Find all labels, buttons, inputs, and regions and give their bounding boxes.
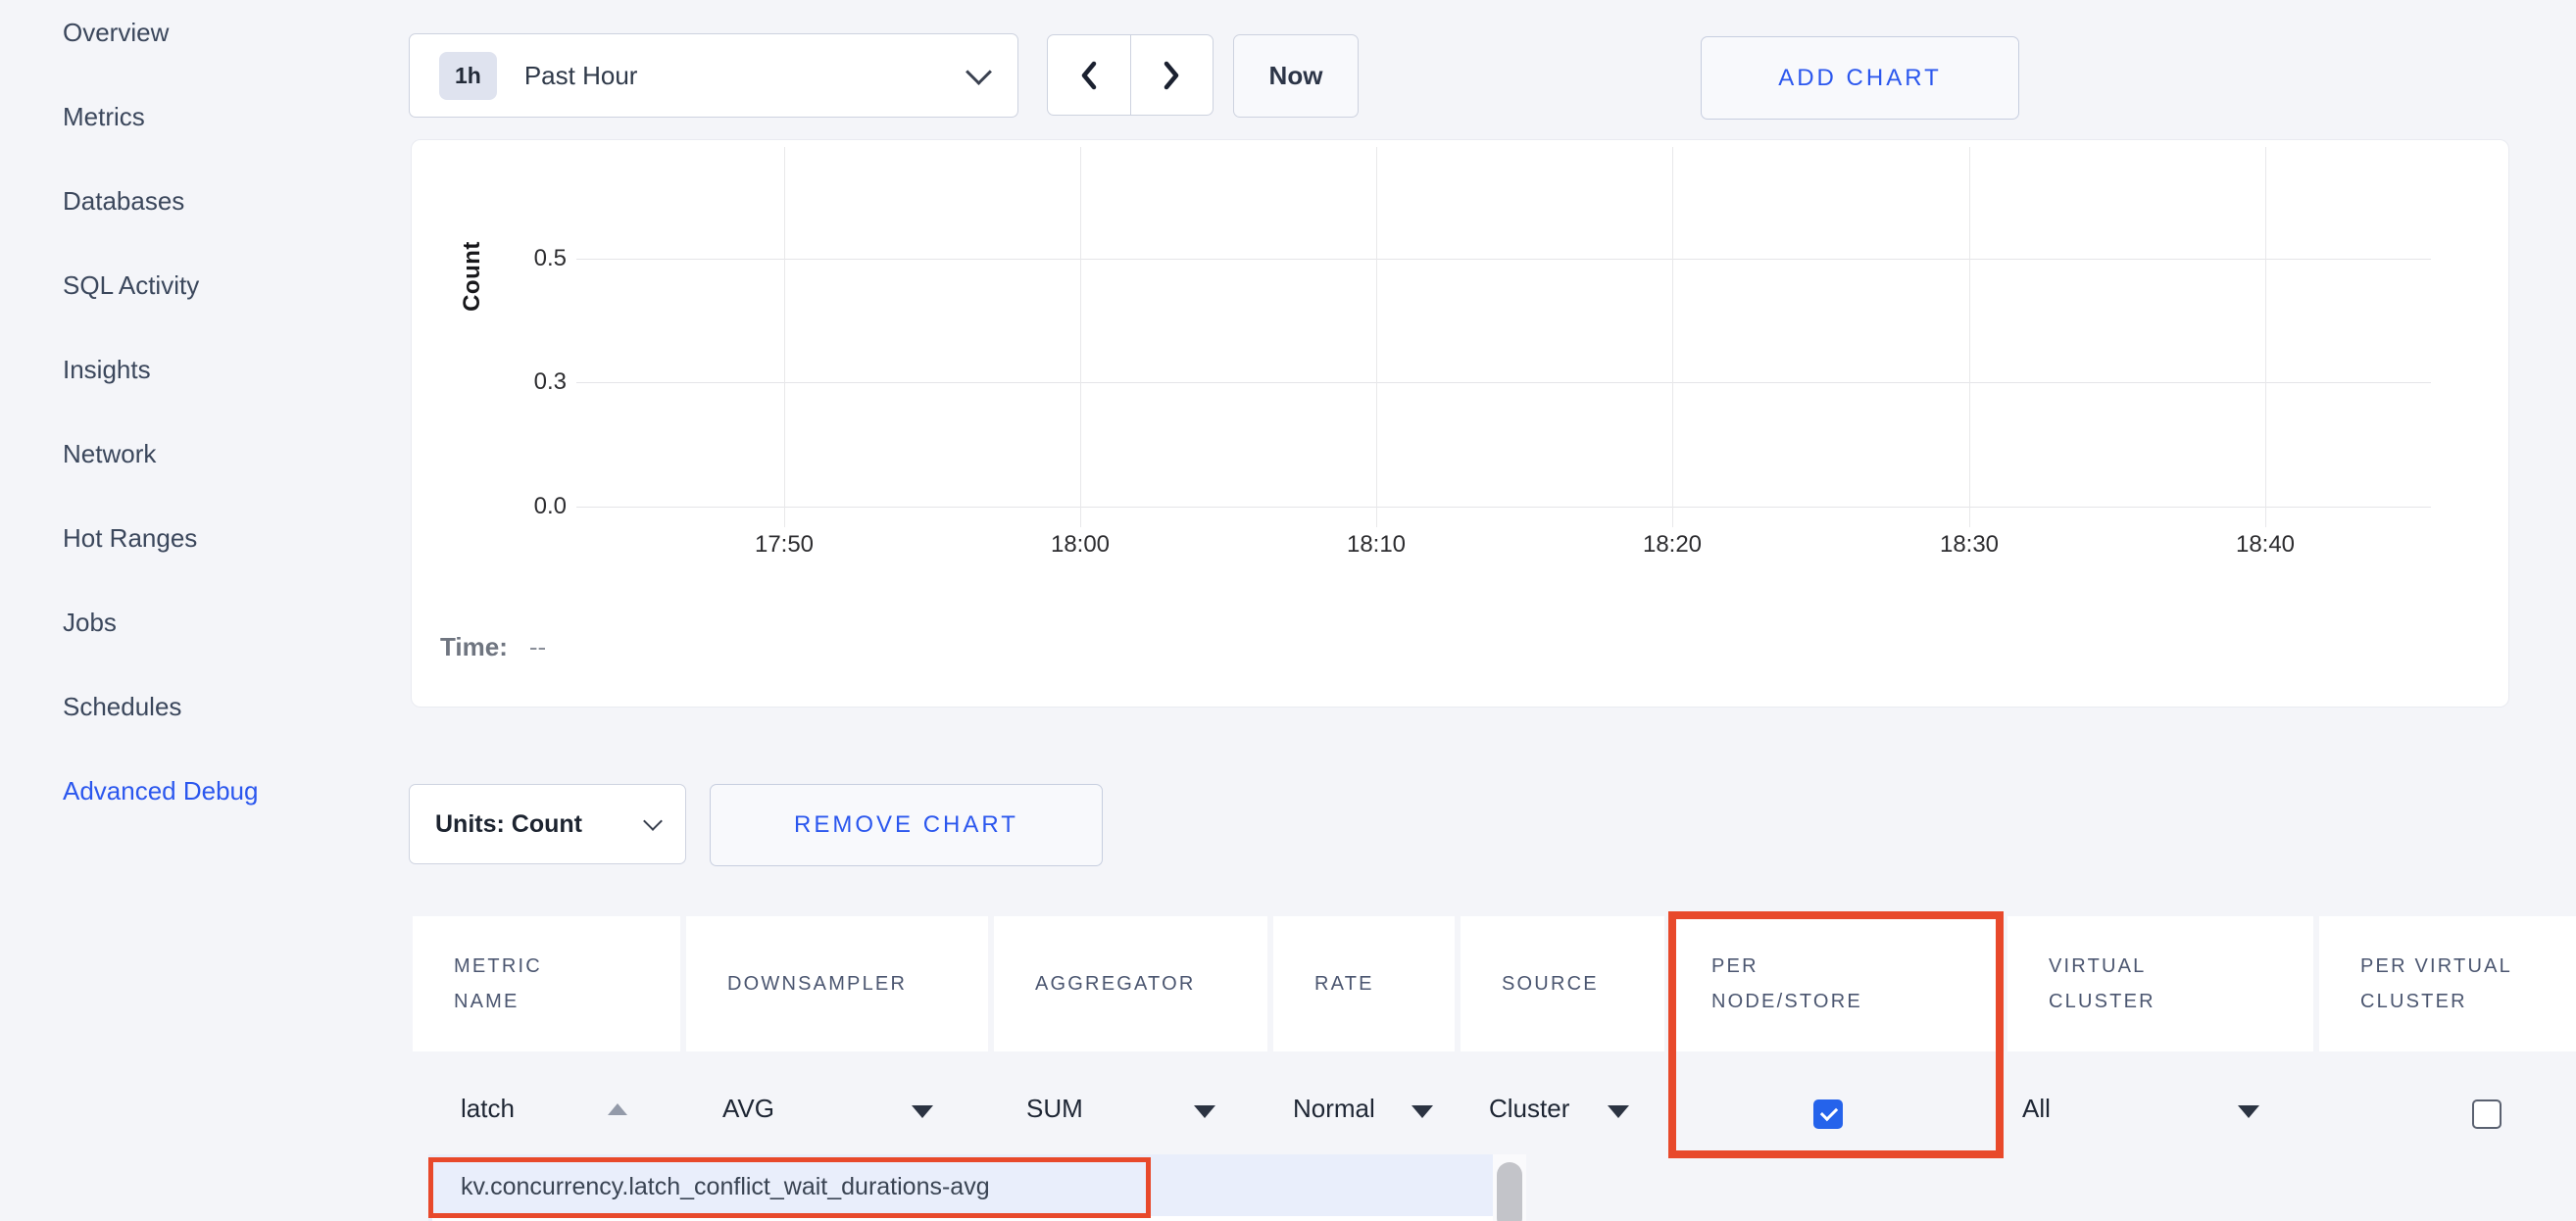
gridline-horizontal bbox=[576, 259, 2431, 260]
chevron-down-icon bbox=[643, 811, 663, 831]
dropdown-open-indicator-icon bbox=[608, 1103, 627, 1115]
x-tick-label: 18:30 bbox=[1940, 531, 1999, 559]
y-tick-label: 0.3 bbox=[461, 368, 567, 396]
gridline-vertical bbox=[784, 147, 785, 527]
column-header-per-virtual-cluster: PER VIRTUAL CLUSTER bbox=[2319, 916, 2576, 1051]
x-tick-label: 18:40 bbox=[2236, 531, 2295, 559]
gridline-vertical bbox=[2265, 147, 2266, 527]
y-tick-label: 0.5 bbox=[461, 245, 567, 272]
units-dropdown[interactable]: Units: Count bbox=[409, 784, 686, 864]
hover-time-value: -- bbox=[529, 632, 546, 661]
column-header-rate: RATE bbox=[1273, 916, 1455, 1051]
units-dropdown-label: Units: Count bbox=[435, 810, 582, 839]
caret-down-icon[interactable] bbox=[2238, 1105, 2259, 1118]
metric-name-input[interactable]: latch bbox=[461, 1094, 515, 1124]
sidebar-item-advanced-debug[interactable]: Advanced Debug bbox=[63, 774, 258, 807]
virtual-cluster-select[interactable]: All bbox=[2022, 1094, 2051, 1124]
per-virtual-cluster-checkbox[interactable] bbox=[2472, 1099, 2502, 1129]
metric-autocomplete-option[interactable]: kv.concurrency.latch_conflict_wait_durat… bbox=[461, 1154, 990, 1219]
time-window-nav bbox=[1047, 34, 1214, 116]
metric-autocomplete-next-option bbox=[432, 1216, 1493, 1221]
custom-chart-page: Overview Metrics Databases SQL Activity … bbox=[0, 0, 2576, 1221]
metric-autocomplete-dropdown: kv.concurrency.latch_conflict_wait_durat… bbox=[428, 1154, 1526, 1221]
sidebar-item-sql-activity[interactable]: SQL Activity bbox=[63, 269, 199, 302]
gridline-horizontal bbox=[576, 382, 2431, 383]
downsampler-select[interactable]: AVG bbox=[722, 1094, 774, 1124]
column-header-downsampler: DOWNSAMPLER bbox=[686, 916, 988, 1051]
next-time-window-button[interactable] bbox=[1131, 35, 1214, 115]
y-tick-label: 0.0 bbox=[461, 493, 567, 520]
sidebar-item-insights[interactable]: Insights bbox=[63, 353, 151, 386]
sidebar-item-metrics[interactable]: Metrics bbox=[63, 100, 145, 133]
gridline-vertical bbox=[1969, 147, 1970, 527]
caret-down-icon[interactable] bbox=[1412, 1105, 1433, 1118]
remove-chart-button[interactable]: REMOVE CHART bbox=[710, 784, 1103, 866]
caret-down-icon[interactable] bbox=[912, 1105, 933, 1118]
column-header-aggregator: AGGREGATOR bbox=[994, 916, 1267, 1051]
column-header-source: SOURCE bbox=[1461, 916, 1664, 1051]
chevron-down-icon bbox=[966, 59, 992, 85]
x-tick-label: 17:50 bbox=[755, 531, 814, 559]
caret-down-icon[interactable] bbox=[1194, 1105, 1215, 1118]
chart-card bbox=[411, 139, 2509, 708]
gridline-vertical bbox=[1672, 147, 1673, 527]
gridline-horizontal bbox=[576, 507, 2431, 508]
dropdown-scrollbar-track[interactable] bbox=[1493, 1154, 1526, 1221]
sidebar-item-hot-ranges[interactable]: Hot Ranges bbox=[63, 521, 197, 555]
per-node-store-checkbox[interactable] bbox=[1813, 1099, 1843, 1129]
chevron-left-icon bbox=[1076, 59, 1102, 92]
sidebar-item-schedules[interactable]: Schedules bbox=[63, 690, 181, 723]
x-tick-label: 18:10 bbox=[1347, 531, 1406, 559]
gridline-vertical bbox=[1080, 147, 1081, 527]
now-button[interactable]: Now bbox=[1233, 34, 1359, 118]
time-range-label: Past Hour bbox=[524, 61, 638, 91]
time-range-dropdown[interactable]: 1h Past Hour bbox=[409, 33, 1018, 118]
column-header-metric-name: METRIC NAME bbox=[413, 916, 680, 1051]
source-select[interactable]: Cluster bbox=[1489, 1094, 1569, 1124]
aggregator-select[interactable]: SUM bbox=[1026, 1094, 1083, 1124]
chevron-right-icon bbox=[1159, 59, 1184, 92]
x-tick-label: 18:20 bbox=[1643, 531, 1702, 559]
gridline-vertical bbox=[1376, 147, 1377, 527]
previous-time-window-button[interactable] bbox=[1048, 35, 1131, 115]
caret-down-icon[interactable] bbox=[1608, 1105, 1629, 1118]
x-tick-label: 18:00 bbox=[1051, 531, 1110, 559]
sidebar-item-network[interactable]: Network bbox=[63, 437, 156, 470]
dropdown-scrollbar-thumb[interactable] bbox=[1497, 1162, 1522, 1221]
add-chart-button[interactable]: ADD CHART bbox=[1701, 36, 2019, 120]
column-header-virtual-cluster: VIRTUAL CLUSTER bbox=[2007, 916, 2313, 1051]
sidebar-item-overview[interactable]: Overview bbox=[63, 16, 169, 49]
sidebar-item-jobs[interactable]: Jobs bbox=[63, 606, 117, 639]
rate-select[interactable]: Normal bbox=[1293, 1094, 1375, 1124]
sidebar-item-databases[interactable]: Databases bbox=[63, 184, 184, 218]
column-header-per-node-store: PER NODE/STORE bbox=[1670, 916, 2002, 1051]
time-range-badge: 1h bbox=[439, 52, 497, 100]
hover-time-label: Time: bbox=[440, 632, 508, 661]
hover-time-readout: Time: -- bbox=[440, 632, 546, 662]
